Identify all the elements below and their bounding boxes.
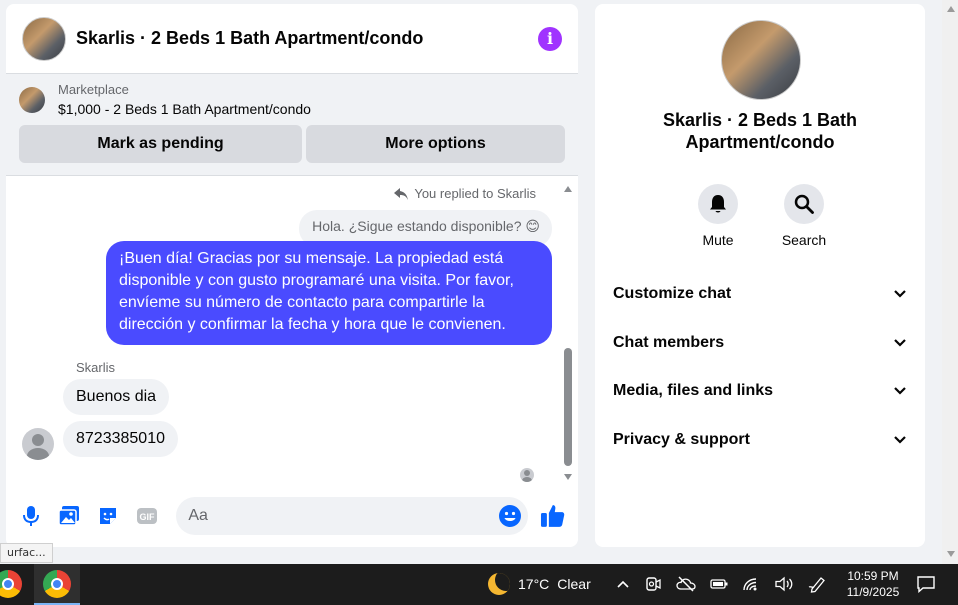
section-label: Customize chat xyxy=(613,285,732,303)
section-chat-members[interactable]: Chat members xyxy=(613,319,907,368)
outgoing-message[interactable]: ¡Buen día! Gracias por su mensaje. La pr… xyxy=(106,241,552,345)
more-options-button[interactable]: More options xyxy=(306,125,565,163)
section-customize-chat[interactable]: Customize chat xyxy=(613,270,907,319)
scroll-down-arrow[interactable] xyxy=(564,474,572,480)
wifi-icon[interactable] xyxy=(742,576,760,592)
chevron-down-icon xyxy=(894,290,906,298)
chevron-down-icon xyxy=(894,387,906,395)
marketplace-label: Marketplace xyxy=(58,82,129,97)
sticker-icon[interactable] xyxy=(95,503,121,529)
page-scroll-up-arrow[interactable] xyxy=(947,6,955,12)
section-media-files-links[interactable]: Media, files and links xyxy=(613,367,907,416)
side-avatar[interactable] xyxy=(721,20,801,100)
message-input[interactable] xyxy=(176,497,529,535)
chat-title[interactable]: Skarlis · 2 Beds 1 Bath Apartment/condo xyxy=(76,28,538,49)
section-label: Privacy & support xyxy=(613,430,750,448)
bell-icon xyxy=(710,195,726,213)
message-thread: You replied to Skarlis Hola. ¿Sigue esta… xyxy=(6,182,566,484)
thread-scrollbar[interactable] xyxy=(562,186,574,480)
chevron-down-icon xyxy=(894,338,906,347)
chevron-up-icon[interactable] xyxy=(616,579,630,589)
cloud-offline-icon[interactable] xyxy=(676,576,696,592)
search-label: Search xyxy=(781,232,827,248)
system-tray xyxy=(616,575,828,593)
sender-avatar[interactable] xyxy=(22,428,54,460)
info-icon[interactable]: i xyxy=(538,26,562,51)
scroll-thumb[interactable] xyxy=(564,348,572,466)
marketplace-listing[interactable]: $1,000 - 2 Beds 1 Bath Apartment/condo xyxy=(58,101,311,117)
moon-icon xyxy=(488,573,510,595)
tooltip: urfac... xyxy=(0,543,53,563)
chat-header: Skarlis · 2 Beds 1 Bath Apartment/condo … xyxy=(6,4,578,74)
page-scrollbar[interactable] xyxy=(942,0,958,564)
meet-icon[interactable] xyxy=(644,575,662,593)
mark-as-pending-button[interactable]: Mark as pending xyxy=(19,125,302,163)
taskbar: 17°C Clear 10:59 PM 11/9/2025 xyxy=(0,564,958,605)
section-label: Chat members xyxy=(613,333,725,351)
chrome-icon[interactable] xyxy=(0,570,22,598)
temperature: 17°C xyxy=(518,576,550,592)
conversation-info-panel: Skarlis · 2 Beds 1 Bath Apartment/condo … xyxy=(595,4,925,547)
photo-icon[interactable] xyxy=(57,503,83,529)
section-privacy-support[interactable]: Privacy & support xyxy=(613,416,907,465)
search-icon xyxy=(794,194,814,214)
sender-name: Skarlis xyxy=(76,360,116,375)
marketplace-listing-thumb[interactable] xyxy=(19,86,45,113)
emoji-icon[interactable] xyxy=(498,504,522,528)
incoming-message[interactable]: Buenos dia xyxy=(63,379,170,415)
marketplace-banner: Marketplace $1,000 - 2 Beds 1 Bath Apart… xyxy=(6,74,578,176)
microphone-icon[interactable] xyxy=(18,503,44,529)
search-button[interactable]: Search xyxy=(781,184,827,248)
chat-panel: Skarlis · 2 Beds 1 Bath Apartment/condo … xyxy=(6,4,578,547)
clock-date: 11/9/2025 xyxy=(846,585,900,599)
volume-icon[interactable] xyxy=(774,576,794,592)
notification-icon[interactable] xyxy=(916,575,936,593)
clock-time: 10:59 PM xyxy=(847,569,899,583)
reply-arrow-icon xyxy=(394,187,409,200)
chrome-profile-icon[interactable] xyxy=(43,570,71,598)
chevron-down-icon xyxy=(894,435,906,444)
scroll-up-arrow[interactable] xyxy=(564,186,572,192)
gif-icon[interactable]: GIF xyxy=(134,503,160,529)
pen-icon[interactable] xyxy=(808,575,828,593)
listing-avatar[interactable] xyxy=(22,16,66,61)
replied-indicator: You replied to Skarlis xyxy=(394,186,536,201)
thumbs-up-icon[interactable] xyxy=(540,503,566,529)
clock[interactable]: 10:59 PM 11/9/2025 xyxy=(840,568,906,600)
gif-label: GIF xyxy=(139,512,155,522)
incoming-message[interactable]: 8723385010 xyxy=(63,421,178,457)
battery-icon[interactable] xyxy=(710,578,728,590)
section-label: Media, files and links xyxy=(613,382,774,400)
side-title: Skarlis · 2 Beds 1 Bath Apartment/condo xyxy=(662,110,858,152)
replied-label: You replied to Skarlis xyxy=(414,186,536,201)
composer: GIF xyxy=(6,485,578,547)
mute-label: Mute xyxy=(702,232,734,248)
page-scroll-down-arrow[interactable] xyxy=(947,551,955,557)
mute-button[interactable]: Mute xyxy=(695,184,741,248)
weather-widget[interactable]: 17°C Clear xyxy=(488,573,591,595)
read-receipt-avatar xyxy=(520,468,534,482)
weather-condition: Clear xyxy=(557,576,591,592)
